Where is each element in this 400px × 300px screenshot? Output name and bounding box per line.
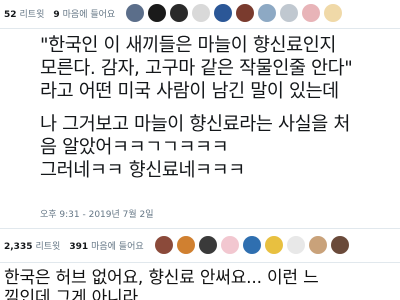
retweet-count-top[interactable]: 52 리트윗 xyxy=(4,7,44,20)
avatar[interactable] xyxy=(198,236,217,254)
avatar[interactable] xyxy=(242,236,261,254)
avatar[interactable] xyxy=(148,4,167,22)
timestamp-link[interactable]: 오후 9:31 - 2019년 7월 2일 xyxy=(40,210,154,220)
tweet-line: "한국인 이 새끼들은 마늘이 향신료인지 xyxy=(40,35,336,56)
avatar[interactable] xyxy=(126,4,145,22)
avatar[interactable] xyxy=(220,236,239,254)
avatar[interactable] xyxy=(258,4,277,22)
avatar[interactable] xyxy=(324,4,343,22)
avatar[interactable] xyxy=(236,4,255,22)
avatar[interactable] xyxy=(154,236,173,254)
avatar[interactable] xyxy=(192,4,211,22)
liker-avatars-bottom xyxy=(154,236,353,254)
tweet-line: 라고 어떤 미국 사람이 남긴 말이 있는데 xyxy=(40,81,339,102)
avatar[interactable] xyxy=(286,236,305,254)
tweet-line: 음 알았어ㅋㅋㄱㄱㅋㅋㅋ xyxy=(40,137,229,158)
divider xyxy=(0,262,400,263)
like-count-top[interactable]: 9 마음에 들어요 xyxy=(53,7,115,20)
avatar[interactable] xyxy=(264,236,283,254)
avatar[interactable] xyxy=(176,236,195,254)
avatar[interactable] xyxy=(302,4,321,22)
tweet-line: 그러네ㅋㅋ 향신료네ㅋㅋㅋ xyxy=(40,160,245,181)
tweet-timestamp[interactable]: 오후 9:31 - 2019년 7월 2일 xyxy=(40,207,154,220)
retweet-count-bottom[interactable]: 2,335 리트윗 xyxy=(4,239,60,252)
tweet-line: 나 그거보고 마늘이 향신료라는 사실을 처 xyxy=(40,114,350,135)
liker-avatars-top xyxy=(126,4,346,22)
avatar[interactable] xyxy=(170,4,189,22)
tweet-text: "한국인 이 새끼들은 마늘이 향신료인지 모른다. 감자, 고구마 같은 작물… xyxy=(40,34,396,182)
engagement-stats-bottom: 2,335 리트윗 391 마음에 들어요 xyxy=(0,232,400,258)
avatar[interactable] xyxy=(214,4,233,22)
caption-text: 한국은 허브 없어요, 향신료 안써요... 이런 느 낌인데 그게 아니라 xyxy=(4,268,319,300)
avatar[interactable] xyxy=(280,4,299,22)
tweet-line: 모른다. 감자, 고구마 같은 작물인줄 안다" xyxy=(40,58,353,79)
like-count-bottom[interactable]: 391 마음에 들어요 xyxy=(69,239,143,252)
divider xyxy=(0,228,400,229)
divider xyxy=(0,28,400,29)
avatar[interactable] xyxy=(330,236,349,254)
avatar[interactable] xyxy=(308,236,327,254)
engagement-stats-top: 52 리트윗 9 마음에 들어요 xyxy=(0,0,400,26)
